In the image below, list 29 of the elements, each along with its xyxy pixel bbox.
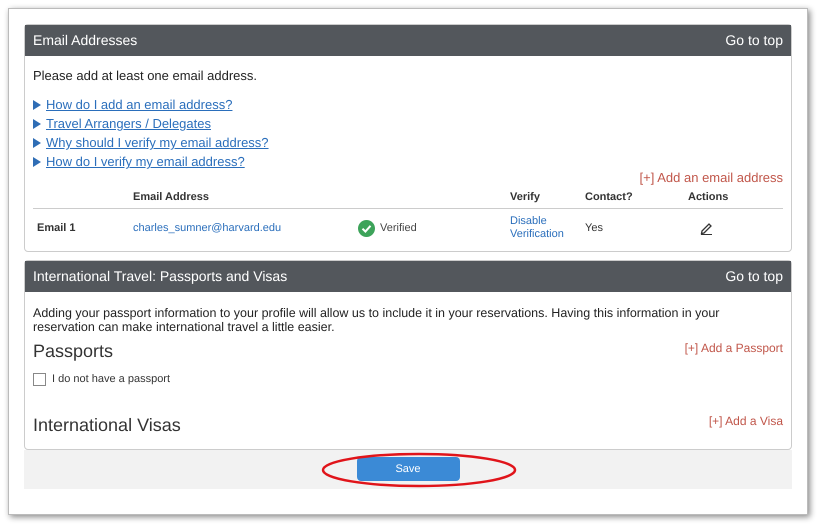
help-link[interactable]: Travel Arrangers / Delegates bbox=[46, 114, 211, 134]
checkbox-label: I do not have a passport bbox=[52, 372, 170, 387]
table-cell-text: charles_sumner@harvard.edu bbox=[133, 220, 282, 236]
pencil-icon[interactable] bbox=[700, 222, 713, 234]
column-header: Actions bbox=[688, 190, 728, 206]
column-header: Verify bbox=[510, 190, 541, 206]
go-to-top-link[interactable]: Go to top bbox=[725, 30, 783, 51]
add-email-link[interactable]: [+] Add an email address bbox=[640, 168, 783, 187]
help-link[interactable]: How do I add an email address? bbox=[46, 95, 232, 115]
visas-heading: International Visas bbox=[33, 414, 181, 436]
check-circle-icon bbox=[358, 220, 375, 236]
add-visa-link[interactable]: [+] Add a Visa bbox=[708, 412, 783, 430]
table-cell-text: Yes bbox=[585, 220, 604, 236]
go-to-top-link[interactable]: Go to top bbox=[725, 266, 783, 287]
help-link[interactable]: Why should I verify my email address? bbox=[46, 133, 269, 153]
checkbox[interactable] bbox=[33, 372, 46, 386]
passports-heading: Passports bbox=[33, 340, 114, 363]
status-text: Verified bbox=[380, 220, 417, 236]
intro-text: Please add at least one email address. bbox=[33, 67, 258, 85]
table-cell-text: Email 1 bbox=[36, 220, 77, 236]
column-header: Contact? bbox=[585, 190, 634, 206]
section-title: International Travel: Passports and Visas bbox=[33, 267, 288, 286]
disable-verification-link[interactable]: Disable Verification bbox=[510, 215, 585, 241]
section-title: Email Addresses bbox=[33, 31, 138, 50]
column-header: Email Address bbox=[133, 190, 210, 206]
help-link[interactable]: How do I verify my email address? bbox=[46, 152, 245, 172]
passport-info-text: Adding your passport information to your profile will allow us to include it in your reservations. Having this information in your reservation can make international travel a little easier. bbox=[33, 306, 720, 334]
add-passport-link[interactable]: [+] Add a Passport bbox=[684, 339, 783, 357]
save-button[interactable]: Save bbox=[356, 457, 460, 481]
